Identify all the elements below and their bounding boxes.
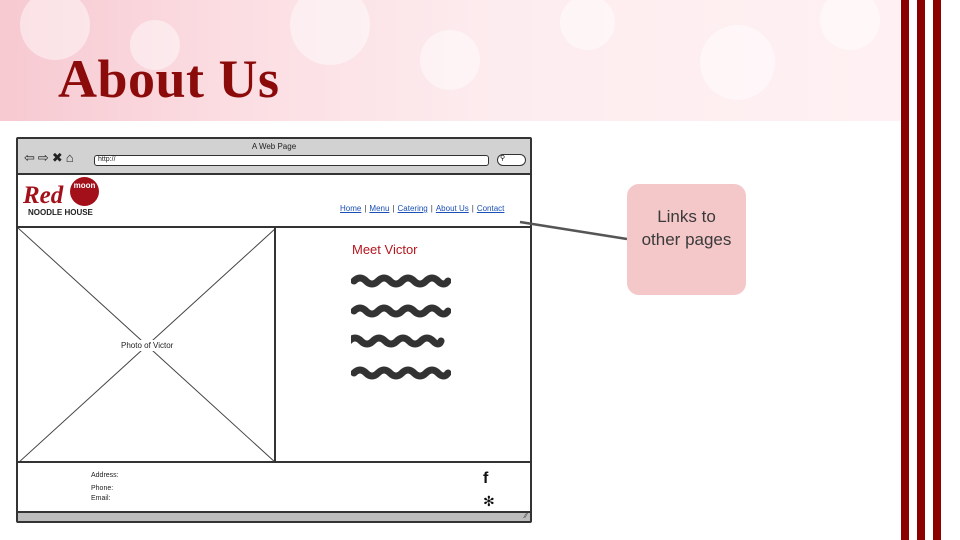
footer-divider [18, 461, 530, 463]
resize-grip-icon[interactable]: ⁄⁄ [525, 513, 527, 520]
site-nav: Home | Menu | Catering | About Us | Contact [340, 204, 504, 213]
header-band: About Us [0, 0, 900, 121]
back-arrow-icon[interactable]: ⇦ [24, 150, 36, 165]
nav-separator: | [471, 204, 474, 213]
browser-toolbar: A Web Page ⇦ ⇨ ✖ ⌂ http:// ⚲ [18, 139, 530, 175]
placeholder-text-scribbles [351, 274, 451, 380]
nav-link-home[interactable]: Home [340, 204, 361, 213]
slide-title: About Us [58, 49, 280, 109]
section-heading: Meet Victor [352, 242, 418, 257]
nav-link-menu[interactable]: Menu [369, 204, 389, 213]
nav-link-catering[interactable]: Catering [398, 204, 428, 213]
photo-label: Photo of Victor [119, 340, 176, 351]
browser-status-bar: ⁄⁄ [18, 511, 530, 521]
browser-window-title: A Web Page [251, 142, 297, 151]
photo-placeholder: Photo of Victor [18, 228, 276, 463]
close-x-icon[interactable]: ✖ [52, 150, 64, 165]
search-icon: ⚲ [500, 155, 506, 162]
wireframe-browser: A Web Page ⇦ ⇨ ✖ ⌂ http:// ⚲ Red moon NOODL… [16, 137, 532, 523]
blossom-decoration [290, 0, 370, 65]
phone-label: Phone: [91, 485, 114, 492]
logo-wordmark: Red [23, 182, 64, 209]
blossom-decoration [820, 0, 880, 50]
logo-moon-badge: moon [70, 177, 99, 206]
home-icon[interactable]: ⌂ [66, 150, 75, 165]
blossom-decoration [560, 0, 615, 50]
yelp-icon[interactable]: ✻ [483, 493, 495, 510]
nav-link-about-us[interactable]: About Us [436, 204, 469, 213]
browser-nav-icons: ⇦ ⇨ ✖ ⌂ [24, 150, 77, 166]
decorative-stripe [917, 0, 925, 540]
decorative-stripe [901, 0, 909, 540]
blossom-decoration [420, 30, 480, 90]
nav-separator: | [392, 204, 395, 213]
address-label: Address: [91, 472, 119, 479]
nav-link-contact[interactable]: Contact [477, 204, 505, 213]
facebook-icon[interactable]: f [483, 470, 488, 488]
nav-separator: | [430, 204, 433, 213]
url-bar[interactable]: http:// [94, 155, 489, 166]
logo-subtitle: NOODLE HOUSE [28, 208, 93, 217]
browser-search-button[interactable]: ⚲ [497, 154, 526, 166]
nav-separator: | [364, 204, 367, 213]
blossom-decoration [700, 25, 775, 100]
email-label: Email: [91, 495, 111, 502]
forward-arrow-icon[interactable]: ⇨ [38, 150, 50, 165]
callout-note: Links to other pages [627, 184, 746, 295]
decorative-stripe [933, 0, 941, 540]
